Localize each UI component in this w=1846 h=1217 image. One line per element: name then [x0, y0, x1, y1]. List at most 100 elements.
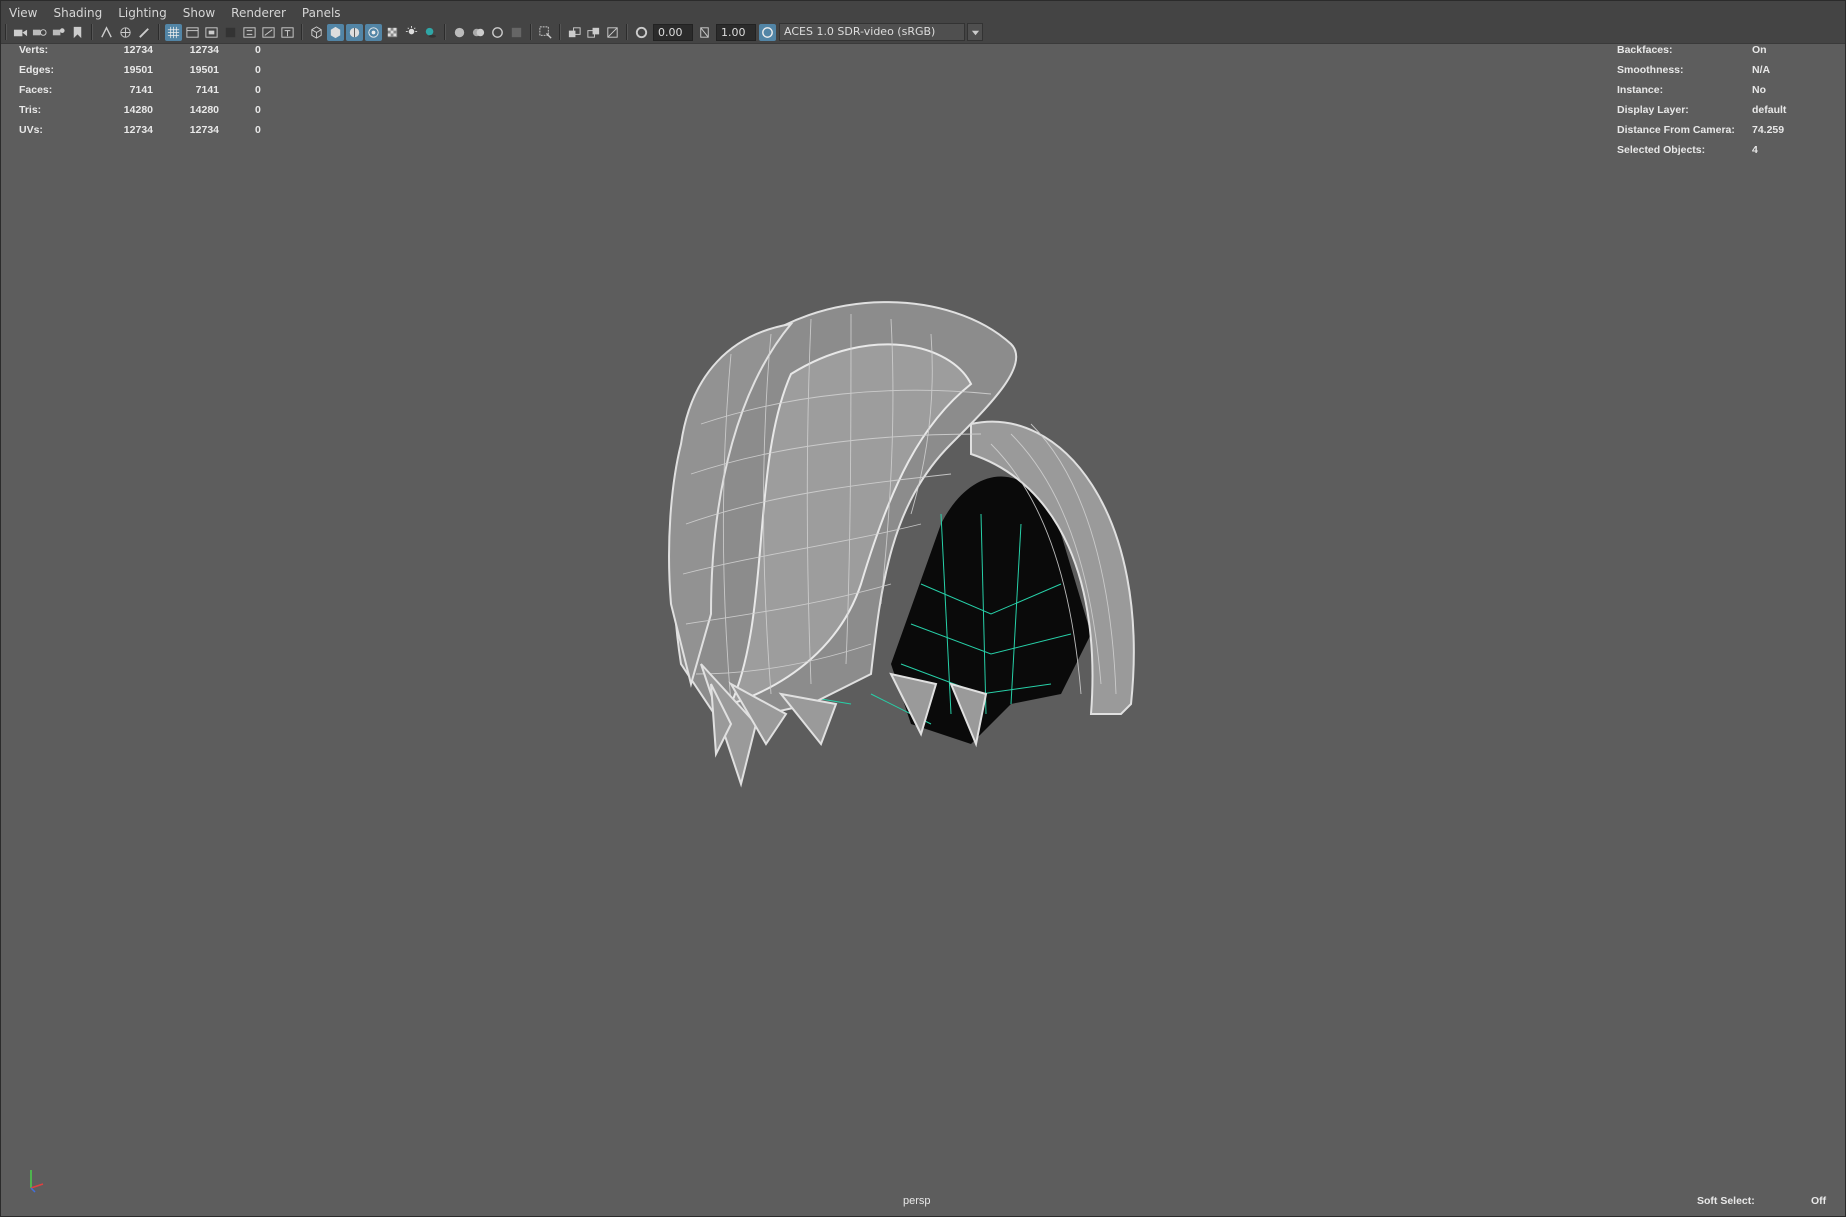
maya-viewport-panel: View Shading Lighting Show Renderer Pane…: [0, 0, 1846, 1217]
xray-icon[interactable]: [365, 23, 382, 41]
image-plane-icon[interactable]: [69, 24, 86, 41]
info-row-backfaces: Backfaces: On: [1617, 44, 1837, 64]
soft-select-label: Soft Select:: [1697, 1195, 1755, 1207]
stat-value: 12734: [189, 44, 219, 56]
gate-mask-icon[interactable]: [222, 24, 239, 41]
stats-row-uvs: UVs: 12734 12734 0: [19, 124, 279, 144]
stat-label: Verts:: [19, 44, 49, 56]
backface-culling-icon[interactable]: [604, 24, 621, 41]
resolution-gate-icon[interactable]: [203, 24, 220, 41]
smooth-shade-icon[interactable]: [327, 23, 344, 41]
safe-action-icon[interactable]: [260, 24, 277, 41]
view-transform-icon[interactable]: [759, 23, 776, 41]
toolbar-divider: [626, 24, 628, 40]
safe-title-icon[interactable]: [279, 24, 296, 41]
panel-menu-bar: View Shading Lighting Show Renderer Pane…: [1, 1, 1845, 21]
menu-renderer[interactable]: Renderer: [223, 1, 294, 21]
stat-value: 14280: [189, 104, 219, 116]
info-value: No: [1752, 84, 1766, 96]
stat-value: 12734: [123, 44, 153, 56]
stat-value: 7141: [129, 84, 153, 96]
isolate-select-icon[interactable]: [537, 24, 554, 41]
pencil-icon[interactable]: [136, 24, 153, 41]
stat-value: 19501: [123, 64, 153, 76]
info-label: Distance From Camera:: [1617, 124, 1735, 136]
exposure-icon[interactable]: [633, 24, 650, 41]
info-value: default: [1752, 104, 1787, 116]
3d-viewport[interactable]: Verts: 12734 12734 0 Edges: 19501 19501 …: [1, 44, 1845, 1216]
menu-panels[interactable]: Panels: [294, 1, 349, 21]
stat-value: 0: [255, 44, 261, 56]
stat-label: UVs:: [19, 124, 43, 136]
stat-value: 0: [255, 124, 261, 136]
info-value: 74.259: [1752, 124, 1785, 136]
stat-value: 12734: [189, 124, 219, 136]
info-label: Backfaces:: [1617, 44, 1673, 56]
anti-aliasing-icon[interactable]: [489, 24, 506, 41]
screen-space-ao-icon[interactable]: [451, 24, 468, 41]
menu-show[interactable]: Show: [175, 1, 223, 21]
toolbar-divider: [301, 24, 303, 40]
panel-toolbar: 0.00 1.00 ACES 1.0 SDR-video (sRGB): [1, 21, 1845, 44]
toolbar-divider: [530, 24, 532, 40]
info-value: N/A: [1752, 64, 1771, 76]
info-label: Instance:: [1617, 84, 1664, 96]
soft-select-value: Off: [1811, 1195, 1827, 1207]
select-camera-icon[interactable]: [12, 24, 29, 41]
toolbar-divider: [444, 24, 446, 40]
menu-shading[interactable]: Shading: [45, 1, 110, 21]
view-axis-icon: [30, 1170, 44, 1193]
info-value: 4: [1752, 144, 1758, 156]
info-row-smoothness: Smoothness: N/A: [1617, 64, 1837, 84]
grid-icon[interactable]: [165, 23, 182, 41]
xray-joints-icon[interactable]: [566, 24, 583, 41]
info-label: Display Layer:: [1617, 104, 1689, 116]
xray-active-components-icon[interactable]: [585, 24, 602, 41]
stat-label: Faces:: [19, 84, 53, 96]
color-space-dropdown[interactable]: ACES 1.0 SDR-video (sRGB): [779, 23, 965, 41]
stat-value: 0: [255, 64, 261, 76]
gamma-icon[interactable]: [696, 24, 713, 41]
shadows-icon[interactable]: [422, 24, 439, 41]
info-row-instance: Instance: No: [1617, 84, 1837, 104]
gamma-field[interactable]: 1.00: [716, 23, 756, 41]
toolbar-divider: [91, 24, 93, 40]
info-value: On: [1752, 44, 1767, 56]
chevron-down-icon[interactable]: [967, 23, 983, 41]
grease-pencil-icon[interactable]: [117, 24, 134, 41]
depth-of-field-icon[interactable]: [508, 24, 525, 41]
lighting-icon[interactable]: [403, 24, 420, 41]
info-label: Selected Objects:: [1617, 144, 1706, 156]
wireframe-icon[interactable]: [308, 24, 325, 41]
menu-lighting[interactable]: Lighting: [110, 1, 175, 21]
toolbar-divider: [559, 24, 561, 40]
stats-row-verts: Verts: 12734 12734 0: [19, 44, 279, 64]
stats-row-tris: Tris: 14280 14280 0: [19, 104, 279, 124]
stat-value: 0: [255, 84, 261, 96]
info-label: Smoothness:: [1617, 64, 1684, 76]
stat-label: Edges:: [19, 64, 55, 76]
toolbar-divider: [158, 24, 160, 40]
stat-value: 14280: [123, 104, 153, 116]
stat-label: Tris:: [19, 104, 42, 116]
info-row-display-layer: Display Layer: default: [1617, 104, 1837, 124]
motion-blur-icon[interactable]: [470, 24, 487, 41]
exposure-field[interactable]: 0.00: [653, 23, 693, 41]
stats-row-faces: Faces: 7141 7141 0: [19, 84, 279, 104]
bookmarks-icon[interactable]: [50, 24, 67, 41]
stat-value: 7141: [195, 84, 219, 96]
textured-icon[interactable]: [384, 24, 401, 41]
two-d-pan-zoom-icon[interactable]: [98, 24, 115, 41]
wireframe-on-shaded-icon[interactable]: [346, 23, 363, 41]
field-chart-icon[interactable]: [241, 24, 258, 41]
hair-mesh-model[interactable]: [591, 284, 1241, 934]
stats-row-edges: Edges: 19501 19501 0: [19, 64, 279, 84]
info-row-distance: Distance From Camera: 74.259: [1617, 124, 1837, 144]
info-row-selected-objects: Selected Objects: 4: [1617, 144, 1837, 164]
menu-view[interactable]: View: [1, 1, 45, 21]
stat-value: 19501: [189, 64, 219, 76]
toolbar-divider: [5, 24, 7, 40]
film-gate-icon[interactable]: [184, 24, 201, 41]
camera-name-label: persp: [903, 1195, 931, 1207]
camera-attributes-icon[interactable]: [31, 24, 48, 41]
